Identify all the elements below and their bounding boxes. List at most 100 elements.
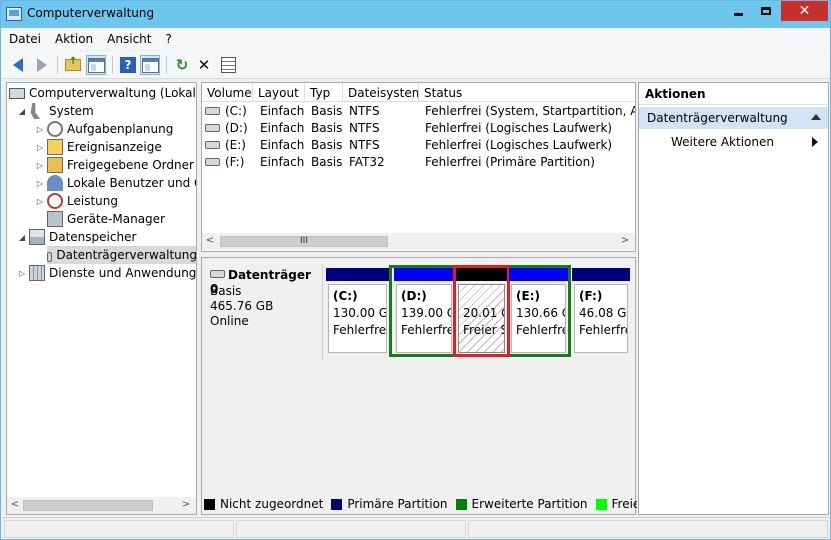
- partition-info: (C:) 130.00 GB Fehlerfrei: [328, 284, 387, 353]
- table-row[interactable]: (D:) Einfach Basis NTFS Fehlerfrei (Logi…: [202, 120, 635, 137]
- status-bar: [2, 517, 830, 539]
- tree-item-computer-management[interactable]: Computerverwaltung (Lokal): [9, 84, 196, 102]
- drive-icon: [205, 141, 220, 149]
- tree-item-label: Freigegebene Ordner: [67, 158, 194, 172]
- tree-item-task-scheduler[interactable]: ▷ Aufgabenplanung: [35, 120, 173, 138]
- tree-item-local-users[interactable]: ▷ Lokale Benutzer und Gruppen: [35, 174, 196, 192]
- column-header-status[interactable]: Status: [419, 83, 635, 102]
- tree-item-performance[interactable]: ▷ Leistung: [35, 192, 118, 210]
- partition-info: (F:) 46.08 GB Fehlerfre: [574, 284, 628, 353]
- toolbar-separator: [166, 56, 167, 74]
- more-actions-item[interactable]: Weitere Aktionen: [639, 132, 828, 152]
- tree-item-storage[interactable]: ◢ Datenspeicher: [17, 228, 136, 246]
- partition-d[interactable]: (D:) 139.00 G Fehlerfre: [394, 266, 454, 356]
- collapsed-arrow-icon[interactable]: ▷: [35, 179, 45, 188]
- forward-button[interactable]: [32, 55, 52, 75]
- disk-management-icon: [47, 251, 53, 262]
- menu-aktion[interactable]: Aktion: [48, 29, 100, 50]
- column-header-volume[interactable]: Volume: [202, 83, 253, 102]
- column-header-typ[interactable]: Typ: [305, 83, 343, 102]
- tree-item-label: Dienste und Anwendungen: [49, 266, 197, 280]
- cell-dateisystem: NTFS: [349, 121, 380, 135]
- partition-c[interactable]: (C:) 130.00 GB Fehlerfrei: [326, 266, 389, 356]
- partition-info: (E:) 130.66 G Fehlerfre: [511, 284, 566, 353]
- console-tree: Computerverwaltung (Lokal) ◢ System ▷ Au…: [6, 82, 197, 515]
- collapse-up-icon[interactable]: [811, 114, 821, 120]
- tree-horizontal-scrollbar[interactable]: < >: [7, 497, 196, 514]
- tree-item-system[interactable]: ◢ System: [17, 102, 94, 120]
- column-header-layout[interactable]: Layout: [253, 83, 305, 102]
- menu-help[interactable]: ?: [158, 29, 178, 50]
- storage-icon: [29, 229, 45, 245]
- tree-item-event-viewer[interactable]: ▷ Ereignisanzeige: [35, 138, 162, 156]
- legend-item: Erweiterte Partition: [455, 497, 588, 511]
- menu-ansicht[interactable]: Ansicht: [100, 29, 158, 50]
- expanded-arrow-icon[interactable]: ◢: [17, 233, 27, 242]
- menu-datei[interactable]: Datei: [2, 29, 48, 50]
- scroll-right-icon[interactable]: >: [619, 235, 631, 246]
- legend-swatch: [331, 498, 343, 510]
- up-level-button[interactable]: [63, 55, 83, 75]
- partition-free-space[interactable]: 20.01 G Freier S: [456, 266, 507, 356]
- close-button[interactable]: ✕: [781, 1, 828, 21]
- disk-info[interactable]: Datenträger 0 Basis 465.76 GB Online: [202, 264, 323, 360]
- collapsed-arrow-icon[interactable]: ▷: [35, 143, 45, 152]
- maximize-icon: [761, 7, 771, 15]
- partition-status: Fehlerfre: [516, 323, 566, 337]
- minimize-icon: [733, 12, 743, 16]
- partition-status: Freier S: [463, 323, 505, 337]
- collapsed-arrow-icon[interactable]: ▷: [35, 161, 45, 170]
- refresh-icon: ↻: [175, 56, 189, 74]
- partition-size: 139.00 G: [401, 306, 452, 320]
- scroll-left-icon[interactable]: <: [204, 235, 216, 246]
- column-header-dateisystem[interactable]: Dateisystem: [343, 83, 419, 102]
- cell-layout: Einfach: [260, 104, 305, 118]
- help-button[interactable]: ?: [118, 55, 138, 75]
- partition-color-bar: [509, 268, 568, 281]
- partition-f[interactable]: (F:) 46.08 GB Fehlerfre: [572, 266, 630, 356]
- folder-up-icon: [65, 56, 81, 71]
- maximize-button[interactable]: [753, 1, 779, 21]
- show-action-pane-button[interactable]: [140, 55, 160, 75]
- partition-status: Fehlerfre: [401, 323, 452, 337]
- table-row[interactable]: (C:) Einfach Basis NTFS Fehlerfrei (Syst…: [202, 103, 635, 120]
- expanded-arrow-icon[interactable]: ◢: [17, 107, 27, 116]
- show-console-tree-button[interactable]: [86, 55, 106, 75]
- refresh-button[interactable]: ↻: [172, 55, 192, 75]
- cell-status: Fehlerfrei (Logisches Laufwerk): [425, 121, 613, 135]
- volume-list-horizontal-scrollbar[interactable]: < III >: [202, 233, 635, 250]
- scroll-thumb[interactable]: III: [220, 236, 388, 247]
- drive-icon: [205, 158, 220, 166]
- device-manager-icon: [47, 211, 63, 227]
- minimize-button[interactable]: [725, 1, 751, 21]
- delete-button[interactable]: ✕: [194, 55, 214, 75]
- action-pane-icon: [141, 57, 159, 73]
- tree-item-device-manager[interactable]: Geräte-Manager: [47, 210, 165, 228]
- more-actions-label: Weitere Aktionen: [671, 135, 774, 149]
- computer-management-icon: [6, 7, 22, 21]
- tree-item-disk-management[interactable]: Datenträgerverwaltung: [47, 246, 197, 264]
- scroll-thumb[interactable]: [23, 500, 153, 511]
- scroll-right-icon[interactable]: >: [180, 499, 192, 510]
- table-row[interactable]: (F:) Einfach Basis FAT32 Fehlerfrei (Pri…: [202, 154, 635, 171]
- legend-item: Freier Speicherplatz: [595, 497, 637, 511]
- back-button[interactable]: [8, 55, 28, 75]
- cell-volume: (D:): [225, 121, 248, 135]
- partition-size: 130.66 G: [516, 306, 566, 320]
- scroll-left-icon[interactable]: <: [9, 499, 21, 510]
- actions-section-disk-management[interactable]: Datenträgerverwaltung: [639, 107, 828, 129]
- table-row[interactable]: (E:) Einfach Basis NTFS Fehlerfrei (Logi…: [202, 137, 635, 154]
- title-bar[interactable]: Computerverwaltung ✕: [1, 1, 830, 28]
- partition-letter: (C:): [333, 289, 358, 303]
- tree-item-services-apps[interactable]: ▷ Dienste und Anwendungen: [17, 264, 197, 282]
- tree-item-shared-folders[interactable]: ▷ Freigegebene Ordner: [35, 156, 194, 174]
- collapsed-arrow-icon[interactable]: ▷: [17, 269, 27, 278]
- collapsed-arrow-icon[interactable]: ▷: [35, 125, 45, 134]
- tree-item-label: Datenträgerverwaltung: [56, 248, 197, 262]
- partition-e[interactable]: (E:) 130.66 G Fehlerfre: [509, 266, 568, 356]
- help-icon: ?: [120, 57, 136, 73]
- collapsed-arrow-icon[interactable]: ▷: [35, 197, 45, 206]
- partition-letter: (F:): [579, 289, 603, 303]
- cell-volume: (E:): [225, 138, 246, 152]
- properties-button[interactable]: [218, 55, 238, 75]
